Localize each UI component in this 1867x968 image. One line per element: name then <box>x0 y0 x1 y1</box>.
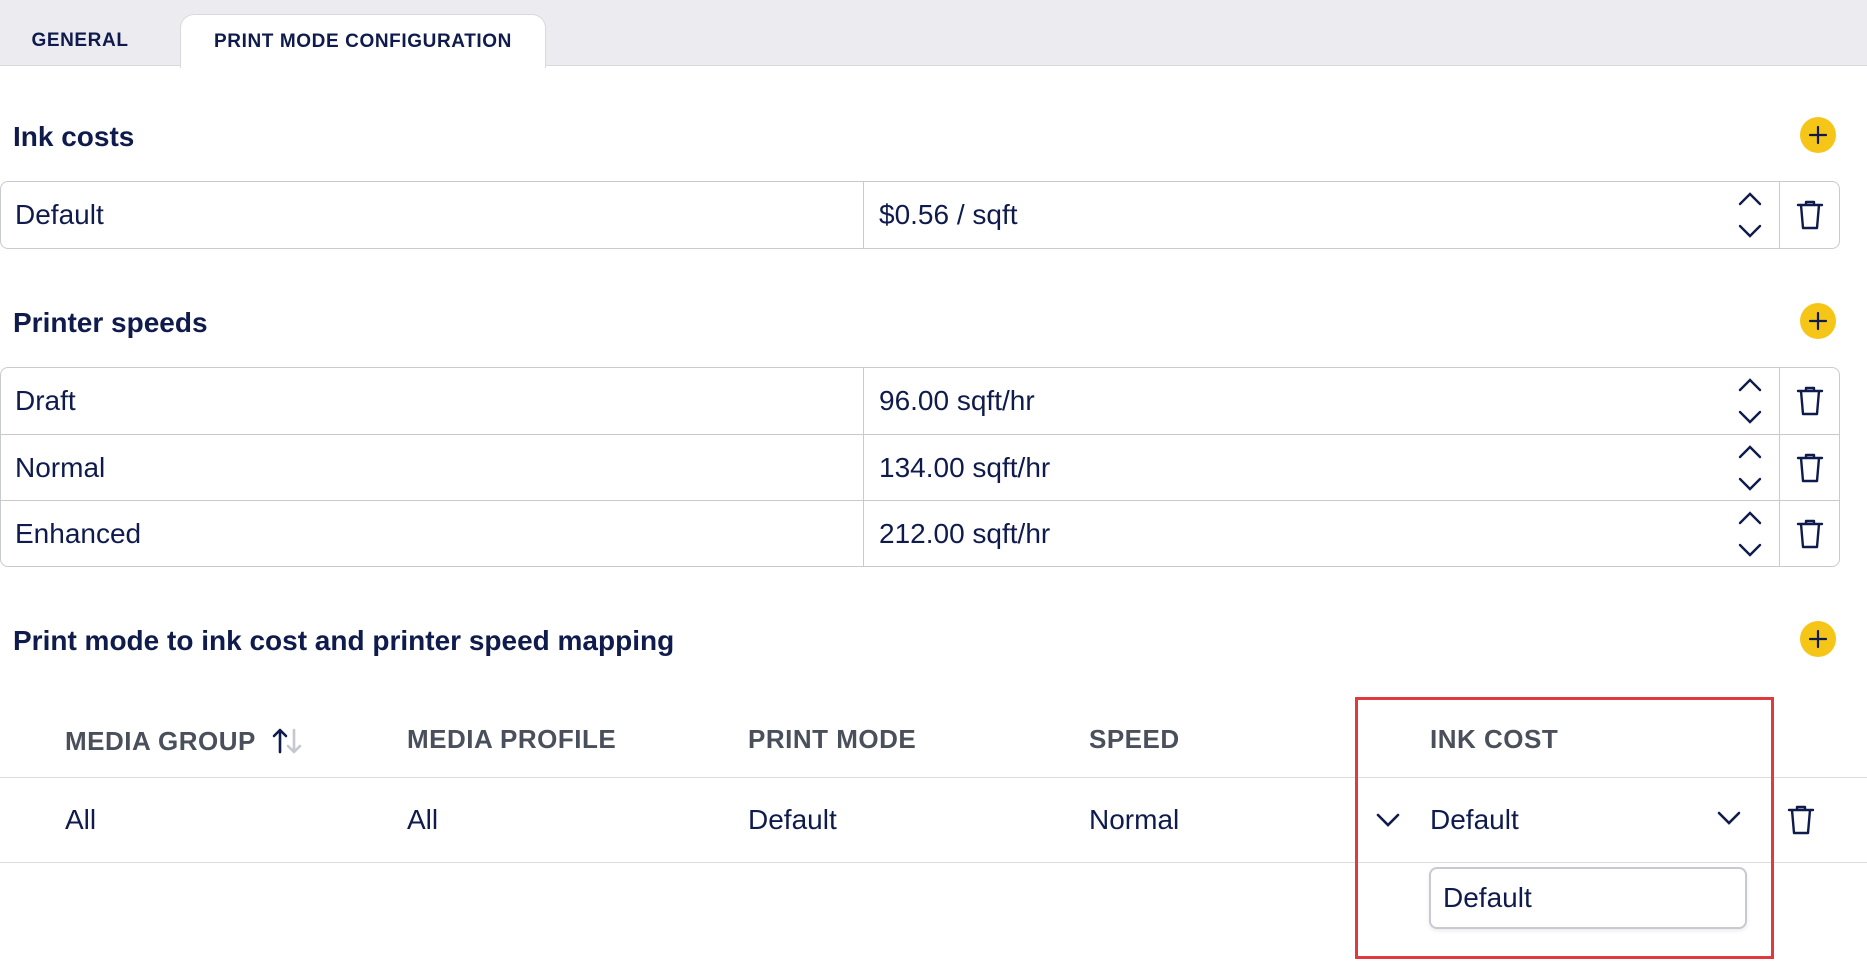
trash-icon <box>1787 805 1815 835</box>
chevron-up-icon[interactable] <box>1737 376 1763 394</box>
printer-speed-value-input[interactable]: 134.00 sqft/hr <box>864 435 1779 500</box>
printer-speeds-title: Printer speeds <box>13 307 208 338</box>
ink-cost-value: $0.56 / sqft <box>879 199 1018 230</box>
chevron-up-icon[interactable] <box>1737 509 1763 527</box>
trash-icon <box>1796 386 1823 416</box>
chevron-down-icon[interactable] <box>1737 475 1763 493</box>
chevron-down-icon[interactable] <box>1737 408 1763 426</box>
chevron-down-icon[interactable] <box>1737 541 1763 559</box>
printer-speed-value-input[interactable]: 96.00 sqft/hr <box>864 368 1779 434</box>
cell-media-group[interactable]: All <box>65 804 96 836</box>
highlight-box <box>1355 697 1774 959</box>
tab-bar: GENERAL PRINT MODE CONFIGURATION <box>0 0 1867 68</box>
mapping-title: Print mode to ink cost and printer speed… <box>13 625 675 656</box>
delete-printer-speed-button[interactable] <box>1779 368 1839 434</box>
delete-printer-speed-button[interactable] <box>1779 435 1839 500</box>
quantity-stepper[interactable] <box>1735 443 1765 493</box>
add-ink-cost-button[interactable] <box>1800 117 1836 153</box>
column-header-print-mode[interactable]: PRINT MODE <box>748 724 916 755</box>
sort-ascending-icon[interactable] <box>270 724 304 758</box>
trash-icon <box>1796 519 1823 548</box>
printer-speed-value: 212.00 sqft/hr <box>879 517 1051 549</box>
printer-speed-name[interactable]: Enhanced <box>1 501 864 566</box>
table-row: Draft 96.00 sqft/hr <box>1 368 1839 434</box>
trash-icon <box>1796 453 1823 482</box>
quantity-stepper[interactable] <box>1735 376 1765 426</box>
tab-general[interactable]: GENERAL <box>0 14 160 67</box>
ink-costs-title: Ink costs <box>13 121 135 152</box>
cell-media-profile[interactable]: All <box>407 804 438 836</box>
delete-printer-speed-button[interactable] <box>1779 501 1839 566</box>
column-header-speed[interactable]: SPEED <box>1089 724 1180 755</box>
chevron-down-icon[interactable] <box>1737 222 1763 240</box>
chevron-up-icon[interactable] <box>1737 190 1763 208</box>
table-row: Default $0.56 / sqft <box>1 182 1839 248</box>
quantity-stepper[interactable] <box>1735 190 1765 240</box>
table-row: Enhanced 212.00 sqft/hr <box>1 500 1839 566</box>
printer-speed-name[interactable]: Draft <box>1 368 864 434</box>
delete-mapping-button[interactable] <box>1786 803 1816 842</box>
tab-print-mode-configuration[interactable]: PRINT MODE CONFIGURATION <box>180 14 546 68</box>
printer-speed-value-input[interactable]: 212.00 sqft/hr <box>864 501 1779 566</box>
delete-ink-cost-button[interactable] <box>1779 182 1839 248</box>
plus-icon <box>1808 125 1828 145</box>
add-printer-speed-button[interactable] <box>1800 303 1836 339</box>
trash-icon <box>1796 200 1823 230</box>
printer-speed-name[interactable]: Normal <box>1 435 864 500</box>
printer-speed-value: 96.00 sqft/hr <box>879 385 1035 416</box>
cell-print-mode[interactable]: Default <box>748 804 837 836</box>
column-header-label: MEDIA GROUP <box>65 725 256 756</box>
ink-cost-value-input[interactable]: $0.56 / sqft <box>864 182 1779 248</box>
ink-cost-name[interactable]: Default <box>1 182 864 248</box>
printer-speed-value: 134.00 sqft/hr <box>879 451 1051 483</box>
add-mapping-button[interactable] <box>1800 621 1836 657</box>
speed-select[interactable]: Normal <box>1089 804 1179 836</box>
plus-icon <box>1808 629 1828 649</box>
plus-icon <box>1808 311 1828 331</box>
ink-costs-table: Default $0.56 / sqft <box>0 181 1840 249</box>
quantity-stepper[interactable] <box>1735 509 1765 559</box>
table-row: Normal 134.00 sqft/hr <box>1 434 1839 500</box>
column-header-media-group[interactable]: MEDIA GROUP <box>65 724 304 758</box>
printer-speeds-table: Draft 96.00 sqft/hr Normal 134.00 sqft/h… <box>0 367 1840 567</box>
chevron-up-icon[interactable] <box>1737 443 1763 461</box>
column-header-media-profile[interactable]: MEDIA PROFILE <box>407 724 616 755</box>
